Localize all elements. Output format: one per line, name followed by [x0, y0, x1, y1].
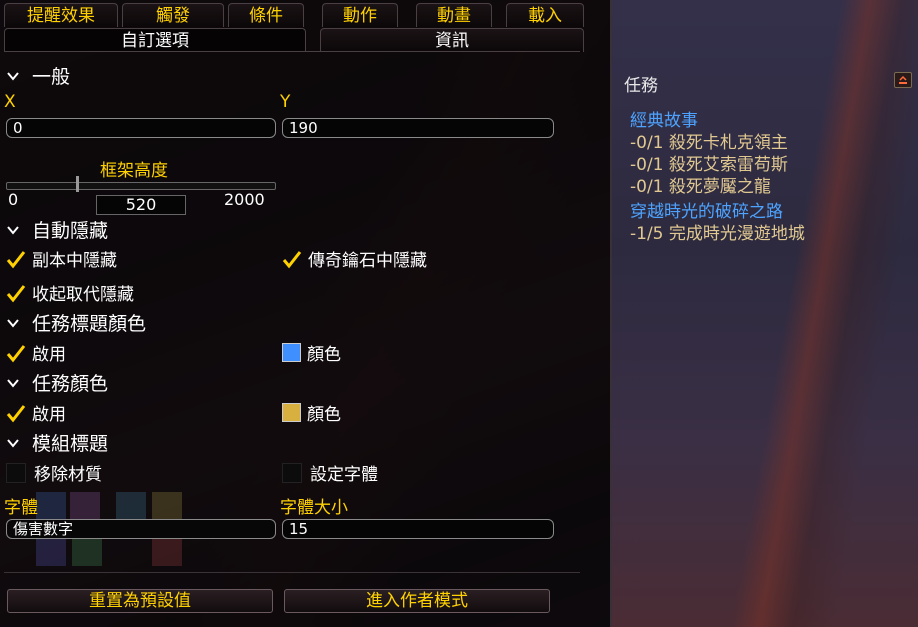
frame-height-slider-thumb[interactable]: [75, 176, 79, 192]
options-panel: 提醒效果 觸發 條件 動作 動畫 載入 自訂選項 資訊 一般 X Y 0 190…: [0, 0, 612, 627]
chevron-down-icon: [7, 378, 19, 388]
y-input[interactable]: 190: [282, 118, 554, 138]
section-autohide-label: 自動隱藏: [32, 220, 109, 242]
enable-label: 啟用: [32, 345, 66, 365]
checkbox-empty: [6, 462, 26, 483]
checkmark-icon: [6, 344, 26, 362]
section-quest-title-color[interactable]: 任務標題顏色: [6, 309, 146, 336]
reset-defaults-button[interactable]: 重置為預設值: [7, 589, 273, 613]
font-size-label: 字體大小: [280, 498, 348, 518]
chevron-down-icon: [7, 438, 19, 448]
hide-in-keystone-label: 傳奇鑰石中隱藏: [308, 251, 427, 271]
remove-texture-label: 移除材質: [34, 465, 102, 485]
spell-icon: [152, 492, 182, 520]
tab-animations[interactable]: 動畫: [416, 3, 492, 27]
frame-height-min: 0: [8, 190, 19, 209]
quest-tracker-header: 任務: [624, 76, 658, 96]
hide-in-keystone-checkbox[interactable]: 傳奇鑰石中隱藏: [282, 246, 427, 271]
hide-in-instance-label: 副本中隱藏: [32, 251, 117, 271]
collapse-tracker-button[interactable]: [894, 72, 912, 88]
frame-height-value-input[interactable]: 520: [96, 195, 186, 215]
frame-height-label: 框架高度: [100, 161, 168, 181]
section-quest-title-color-label: 任務標題顏色: [32, 313, 147, 335]
x-input[interactable]: 0: [6, 118, 276, 138]
chevron-down-icon: [7, 318, 19, 328]
checkmark-icon: [6, 250, 26, 268]
x-label: X: [4, 92, 16, 112]
tab-display[interactable]: 提醒效果: [4, 3, 118, 27]
tab-divider: [4, 51, 580, 52]
spell-icon: [36, 492, 66, 520]
section-autohide[interactable]: 自動隱藏: [6, 216, 108, 243]
section-quest-color-label: 任務顏色: [32, 373, 109, 395]
hide-in-instance-checkbox[interactable]: 副本中隱藏: [6, 246, 117, 271]
tab-information[interactable]: 資訊: [320, 28, 584, 52]
frame-height-max: 2000: [224, 190, 265, 209]
spell-icon: [70, 492, 100, 520]
font-label: 字體: [4, 498, 38, 518]
tab-actions[interactable]: 動作: [322, 3, 398, 27]
tab-custom-options[interactable]: 自訂選項: [4, 28, 306, 52]
author-mode-button[interactable]: 進入作者模式: [284, 589, 550, 613]
color-label: 顏色: [307, 345, 341, 365]
checkmark-icon: [282, 250, 302, 268]
tab-conditions[interactable]: 條件: [228, 3, 304, 27]
color-label: 顏色: [307, 405, 341, 425]
section-quest-color[interactable]: 任務顏色: [6, 369, 108, 396]
section-module-title[interactable]: 模組標題: [6, 429, 108, 456]
font-size-input[interactable]: 15: [282, 519, 554, 539]
spell-icon: [36, 538, 66, 566]
quest-title-color-picker[interactable]: 顏色: [282, 340, 341, 365]
color-swatch: [282, 343, 301, 362]
section-module-title-label: 模組標題: [32, 433, 109, 455]
quest-title-color-enable-checkbox[interactable]: 啟用: [6, 340, 66, 365]
spell-icon: [152, 538, 182, 566]
set-font-label: 設定字體: [310, 465, 378, 485]
remove-texture-checkbox[interactable]: 移除材質: [6, 460, 102, 485]
divider: [4, 572, 580, 573]
quest-objective: -0/1 殺死夢魘之龍: [630, 177, 771, 197]
y-label: Y: [280, 92, 291, 112]
checkmark-icon: [6, 404, 26, 422]
spell-icon: [116, 492, 146, 520]
chevron-down-icon: [7, 71, 19, 81]
hide-collapsed-label: 收起取代隱藏: [32, 285, 134, 305]
minimize-icon: [899, 75, 907, 84]
spell-icon: [72, 538, 102, 566]
frame-height-slider-track[interactable]: [6, 182, 276, 190]
quest-color-enable-checkbox[interactable]: 啟用: [6, 400, 66, 425]
checkbox-empty: [282, 462, 302, 483]
quest-objective: -1/5 完成時光漫遊地城: [630, 224, 805, 244]
font-dropdown[interactable]: 傷害數字: [6, 519, 276, 539]
hide-collapsed-checkbox[interactable]: 收起取代隱藏: [6, 280, 134, 305]
tab-trigger[interactable]: 觸發: [122, 3, 224, 27]
section-general[interactable]: 一般: [6, 62, 70, 89]
quest-color-picker[interactable]: 顏色: [282, 400, 341, 425]
chevron-down-icon: [7, 225, 19, 235]
tab-load[interactable]: 載入: [506, 3, 584, 27]
enable-label: 啟用: [32, 405, 66, 425]
set-font-checkbox[interactable]: 設定字體: [282, 460, 378, 485]
checkmark-icon: [6, 284, 26, 302]
section-general-label: 一般: [32, 66, 71, 88]
color-swatch: [282, 403, 301, 422]
